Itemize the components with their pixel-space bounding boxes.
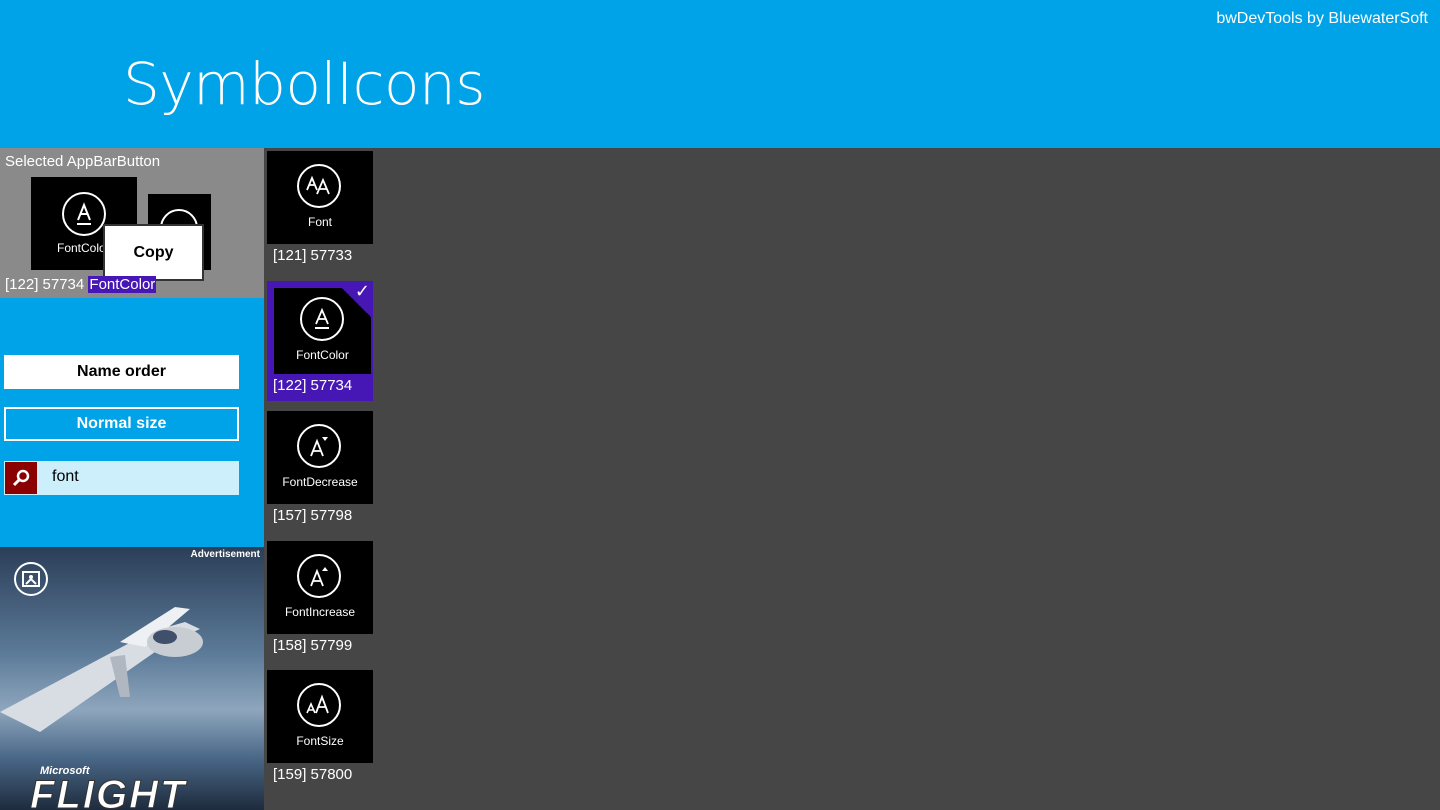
ad-gallery-icon: [14, 562, 48, 596]
font-decrease-icon: [297, 424, 341, 468]
ad-label: Advertisement: [190, 549, 260, 560]
icon-tile[interactable]: FontDecrease: [267, 411, 373, 504]
icon-cell-fontincrease[interactable]: FontIncrease [158] 57799: [264, 538, 373, 660]
advertisement[interactable]: Advertisement Microsoft FLIGHT: [0, 547, 264, 810]
app-header: SymbolIcons bwDevTools by BluewaterSoft: [0, 0, 1440, 148]
icon-code: [159] 57800: [273, 766, 353, 783]
search-box[interactable]: font: [4, 461, 239, 495]
icon-tile[interactable]: FontIncrease: [267, 541, 373, 634]
font-icon: [297, 164, 341, 208]
selected-code: [122] 57734: [5, 276, 85, 293]
icon-code: [157] 57798: [273, 507, 353, 524]
page-title: SymbolIcons: [123, 50, 486, 118]
font-increase-icon: [297, 554, 341, 598]
selected-info: [122] 57734 FontColor: [5, 276, 157, 293]
font-size-icon: [297, 683, 341, 727]
icon-tile[interactable]: FontSize: [267, 670, 373, 763]
search-icon: [12, 469, 30, 487]
search-input[interactable]: font: [52, 468, 79, 486]
icon-cell-fontdecrease[interactable]: FontDecrease [157] 57798: [264, 408, 373, 530]
icon-name: FontDecrease: [282, 475, 358, 489]
selected-check-icon: ✓: [335, 281, 373, 319]
search-button[interactable]: [5, 462, 37, 494]
ad-title: FLIGHT: [29, 773, 187, 810]
name-order-button[interactable]: Name order: [4, 355, 239, 389]
icon-name: FontIncrease: [284, 605, 356, 619]
icon-cell-fontsize[interactable]: FontSize [159] 57800: [264, 667, 373, 789]
icon-cell-font[interactable]: Font [121] 57733: [264, 148, 373, 270]
copy-menu-item[interactable]: Copy: [103, 224, 204, 281]
font-color-icon: [62, 192, 106, 236]
icon-code: [121] 57733: [273, 247, 353, 264]
selected-tile-label: FontColor: [57, 241, 110, 255]
icon-code: [122] 57734: [273, 377, 353, 394]
icon-name: Font: [307, 215, 332, 229]
brand-label: bwDevTools by BluewaterSoft: [1216, 10, 1428, 27]
selected-name[interactable]: FontColor: [88, 276, 157, 293]
icon-name: FontSize: [296, 734, 344, 748]
normal-size-button[interactable]: Normal size: [4, 407, 239, 441]
selected-appbarbutton-panel: Selected AppBarButton FontColor Copy [12…: [0, 148, 264, 298]
icon-tile[interactable]: Font: [267, 151, 373, 244]
icon-cell-fontcolor[interactable]: FontColor ✓ [122] 57734: [267, 281, 373, 401]
icon-name: FontColor: [296, 348, 349, 362]
icon-code: [158] 57799: [273, 637, 353, 654]
selected-heading: Selected AppBarButton: [5, 153, 161, 170]
